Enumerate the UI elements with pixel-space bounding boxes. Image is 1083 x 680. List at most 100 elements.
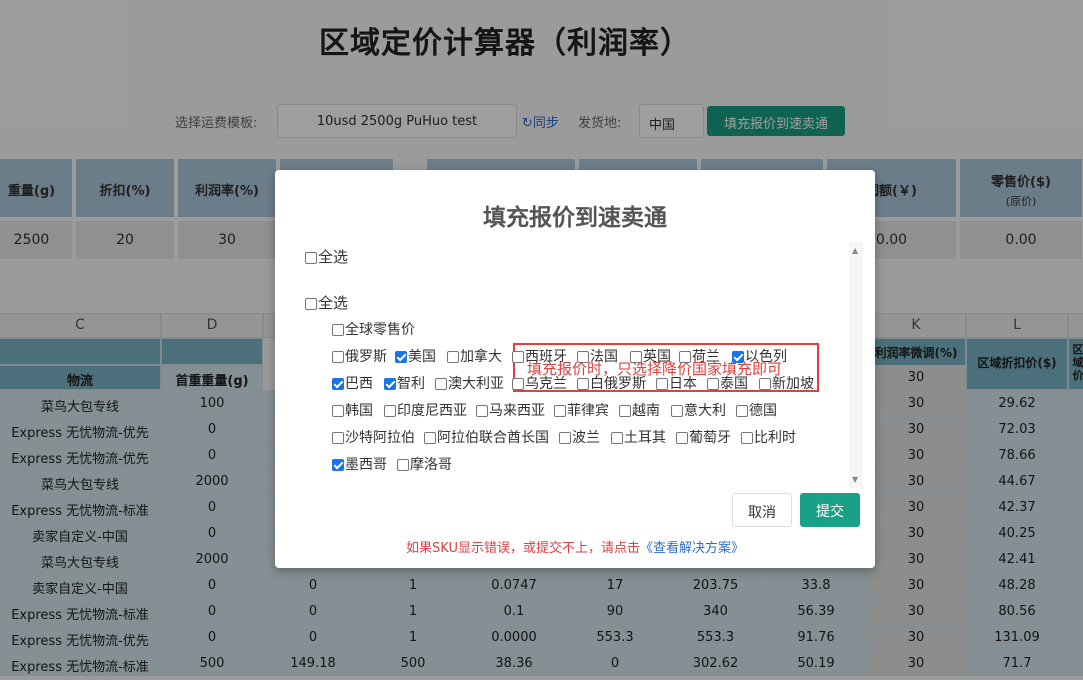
checkbox-icon[interactable] <box>332 324 344 336</box>
checkbox-icon[interactable] <box>671 405 683 417</box>
checkbox-checked-icon[interactable] <box>332 459 344 471</box>
checkbox-icon[interactable] <box>554 405 566 417</box>
country-label: 西班牙 <box>525 349 567 365</box>
country-label: 韩国 <box>345 403 373 419</box>
country-label: 马来西亚 <box>489 403 545 419</box>
checkbox-icon[interactable] <box>676 432 688 444</box>
country-checkbox[interactable]: 德国 <box>736 400 777 420</box>
country-checkbox[interactable]: 新加坡 <box>759 373 814 393</box>
country-checkbox[interactable]: 智利 <box>384 373 425 393</box>
country-label: 意大利 <box>684 403 726 419</box>
select-all-checkbox-2[interactable]: 全选 <box>305 292 348 313</box>
select-all-label: 全选 <box>318 248 349 266</box>
country-label: 土耳其 <box>624 430 666 446</box>
country-checkbox[interactable]: 墨西哥 <box>332 454 387 474</box>
checkbox-checked-icon[interactable] <box>395 351 407 363</box>
country-checkbox[interactable]: 越南 <box>619 400 660 420</box>
country-checkbox[interactable]: 以色列 <box>732 346 787 366</box>
checkbox-icon[interactable] <box>332 432 344 444</box>
country-label: 白俄罗斯 <box>590 376 646 392</box>
submit-button[interactable]: 提交 <box>800 493 860 527</box>
country-checkbox[interactable]: 阿拉伯联合酋长国 <box>424 427 549 447</box>
checkbox-icon[interactable] <box>759 378 771 390</box>
country-checkbox[interactable]: 菲律宾 <box>554 400 609 420</box>
country-label: 法国 <box>590 349 618 365</box>
scroll-down-icon[interactable]: ▼ <box>852 475 858 484</box>
country-checkbox[interactable]: 英国 <box>630 346 671 366</box>
select-all-label: 全选 <box>318 294 349 312</box>
checkbox-icon[interactable] <box>559 432 571 444</box>
modal-body: 全选 全选 全球零售价 填充报价时，只选择降价国家填充即可 俄罗斯 美国 加拿大 西班… <box>275 242 863 488</box>
checkbox-icon[interactable] <box>512 378 524 390</box>
country-checkbox[interactable]: 印度尼西亚 <box>384 400 467 420</box>
country-checkbox[interactable]: 比利时 <box>741 427 796 447</box>
country-checkbox[interactable]: 日本 <box>656 373 697 393</box>
checkbox-icon[interactable] <box>424 432 436 444</box>
checkbox-icon[interactable] <box>736 405 748 417</box>
country-checkbox[interactable]: 加拿大 <box>447 346 502 366</box>
checkbox-icon[interactable] <box>332 405 344 417</box>
checkbox-icon[interactable] <box>656 378 668 390</box>
checkbox-icon[interactable] <box>577 378 589 390</box>
checkbox-icon[interactable] <box>397 459 409 471</box>
country-label: 新加坡 <box>772 376 814 392</box>
country-label: 加拿大 <box>460 349 502 365</box>
checkbox-icon[interactable] <box>577 351 589 363</box>
checkbox-icon[interactable] <box>435 378 447 390</box>
country-label: 沙特阿拉伯 <box>345 430 415 446</box>
country-checkbox[interactable]: 荷兰 <box>679 346 720 366</box>
select-all-checkbox-1[interactable]: 全选 <box>305 246 348 267</box>
checkbox-checked-icon[interactable] <box>384 378 396 390</box>
country-checkbox[interactable]: 美国 <box>395 346 436 366</box>
footnote-text: 如果SKU显示错误，或提交不上，请点击 <box>406 541 640 556</box>
country-label: 摩洛哥 <box>410 457 452 473</box>
checkbox-icon[interactable] <box>741 432 753 444</box>
solution-link[interactable]: 《查看解决方案》 <box>640 541 744 556</box>
checkbox-icon[interactable] <box>619 405 631 417</box>
country-label: 智利 <box>397 376 425 392</box>
country-checkbox[interactable]: 白俄罗斯 <box>577 373 646 393</box>
country-label: 波兰 <box>572 430 600 446</box>
country-checkbox[interactable]: 西班牙 <box>512 346 567 366</box>
country-checkbox[interactable]: 葡萄牙 <box>676 427 731 447</box>
country-label: 泰国 <box>720 376 748 392</box>
country-label: 澳大利亚 <box>448 376 504 392</box>
checkbox-icon[interactable] <box>332 351 344 363</box>
country-checkbox[interactable]: 韩国 <box>332 400 373 420</box>
scroll-up-icon[interactable]: ▲ <box>852 246 858 255</box>
checkbox-icon[interactable] <box>611 432 623 444</box>
country-checkbox[interactable]: 乌克兰 <box>512 373 567 393</box>
country-checkbox[interactable]: 土耳其 <box>611 427 666 447</box>
country-label: 日本 <box>669 376 697 392</box>
checkbox-icon[interactable] <box>512 351 524 363</box>
checkbox-icon[interactable] <box>630 351 642 363</box>
cancel-button[interactable]: 取消 <box>732 493 792 527</box>
checkbox-icon[interactable] <box>707 378 719 390</box>
checkbox-icon[interactable] <box>476 405 488 417</box>
country-label: 阿拉伯联合酋长国 <box>437 430 549 446</box>
country-checkbox[interactable]: 俄罗斯 <box>332 346 387 366</box>
country-checkbox[interactable]: 意大利 <box>671 400 726 420</box>
country-label: 菲律宾 <box>567 403 609 419</box>
checkbox-icon[interactable] <box>447 351 459 363</box>
checkbox-icon[interactable] <box>305 252 317 264</box>
country-checkbox[interactable]: 法国 <box>577 346 618 366</box>
country-checkbox[interactable]: 巴西 <box>332 373 373 393</box>
page-background: 区域定价计算器（利润率） 选择运费模板: 10usd 2500g PuHuo t… <box>0 0 1083 680</box>
country-checkbox[interactable]: 沙特阿拉伯 <box>332 427 415 447</box>
country-checkbox[interactable]: 马来西亚 <box>476 400 545 420</box>
country-checkbox[interactable]: 泰国 <box>707 373 748 393</box>
checkbox-icon[interactable] <box>384 405 396 417</box>
country-checkbox[interactable]: 澳大利亚 <box>435 373 504 393</box>
checkbox-checked-icon[interactable] <box>332 378 344 390</box>
checkbox-checked-icon[interactable] <box>732 351 744 363</box>
country-label: 美国 <box>408 349 436 365</box>
global-retail-checkbox[interactable]: 全球零售价 <box>332 319 415 339</box>
country-checkbox[interactable]: 波兰 <box>559 427 600 447</box>
checkbox-icon[interactable] <box>679 351 691 363</box>
country-checkbox[interactable]: 摩洛哥 <box>397 454 452 474</box>
fill-quote-modal: 填充报价到速卖通 全选 全选 全球零售价 填充报价时，只选择降价国家填充即可 俄… <box>275 170 875 568</box>
country-label: 英国 <box>643 349 671 365</box>
checkbox-icon[interactable] <box>305 298 317 310</box>
modal-scrollbar[interactable]: ▲ ▼ <box>849 242 863 488</box>
